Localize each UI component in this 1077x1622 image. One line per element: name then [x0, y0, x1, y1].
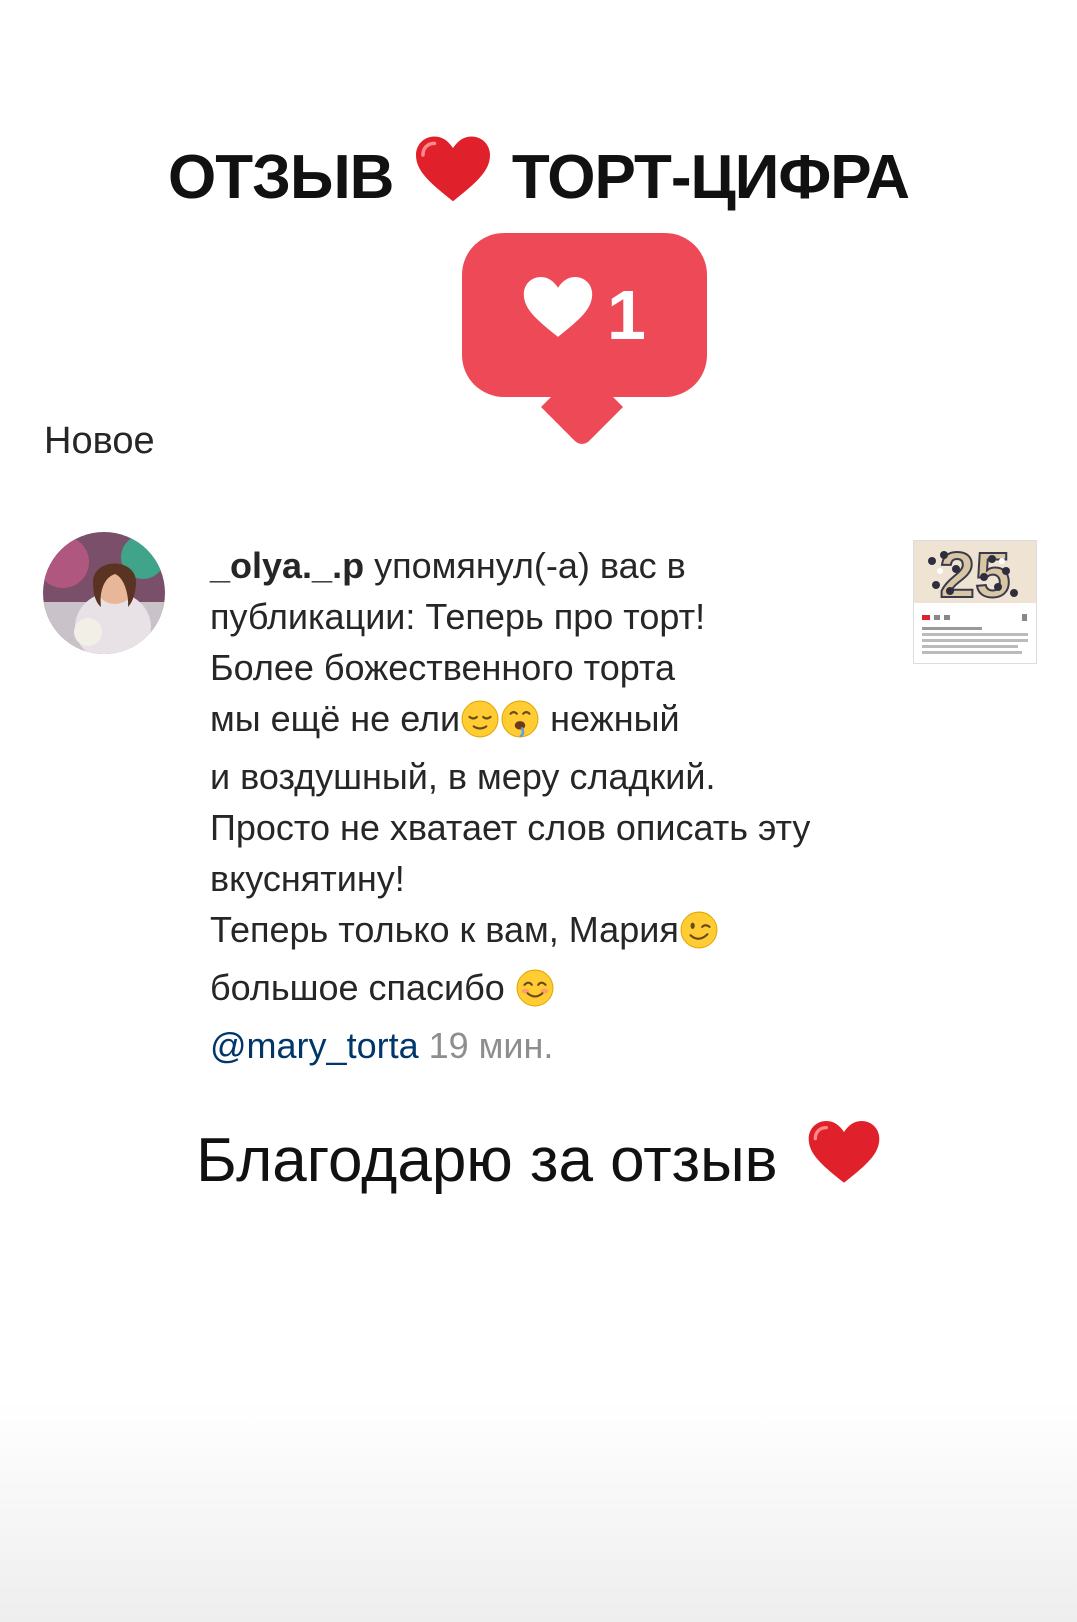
- notification-line-5: и воздушный, в меру сладкий.: [210, 756, 716, 797]
- section-label-new: Новое: [44, 420, 155, 462]
- notification-line-9: большое спасибо: [210, 962, 880, 1020]
- notification-text[interactable]: _olya._.p упомянул(-а) вас в публикации:…: [210, 540, 880, 1071]
- thumbnail-number: 25: [939, 541, 1010, 611]
- notification-line-8: Теперь только к вам, Мария: [210, 904, 880, 962]
- white-heart-icon: [523, 275, 593, 355]
- red-heart-icon: [415, 136, 490, 219]
- winking-face-icon: [680, 911, 718, 962]
- smiling-face-icon: [516, 969, 554, 1020]
- relieved-face-icon: [461, 700, 499, 751]
- drooling-face-icon: [501, 700, 539, 751]
- like-badge: 1: [462, 233, 707, 397]
- notification-username[interactable]: _olya._.p: [210, 545, 364, 586]
- title-left: ОТЗЫВ: [168, 142, 394, 212]
- post-thumbnail[interactable]: 25: [913, 540, 1037, 664]
- notification-line-1: _olya._.p упомянул(-а) вас в: [210, 545, 686, 586]
- notification-line-10: @mary_torta 19 мин.: [210, 1020, 880, 1071]
- notification-line-2: публикации: Теперь про торт!: [210, 596, 706, 637]
- notification-line-6: Просто не хватает слов описать эту: [210, 807, 811, 848]
- like-count: 1: [607, 276, 646, 354]
- notification-line-4: мы ещё не ели нежный: [210, 693, 880, 751]
- notification-line-3: Более божественного торта: [210, 647, 676, 688]
- title-right: ТОРТ-ЦИФРА: [511, 142, 910, 212]
- footer-thanks: Благодарю за отзыв: [0, 1121, 1077, 1204]
- red-heart-icon: [807, 1121, 881, 1200]
- page-title: ОТЗЫВ ТОРТ-ЦИФРА: [0, 136, 1077, 223]
- notification-line-7: вкуснятину!: [210, 858, 405, 899]
- mention-link[interactable]: @mary_torta: [210, 1025, 419, 1066]
- avatar[interactable]: [43, 532, 165, 654]
- notification-time: 19 мин.: [428, 1025, 554, 1066]
- footer-text: Благодарю за отзыв: [196, 1126, 778, 1195]
